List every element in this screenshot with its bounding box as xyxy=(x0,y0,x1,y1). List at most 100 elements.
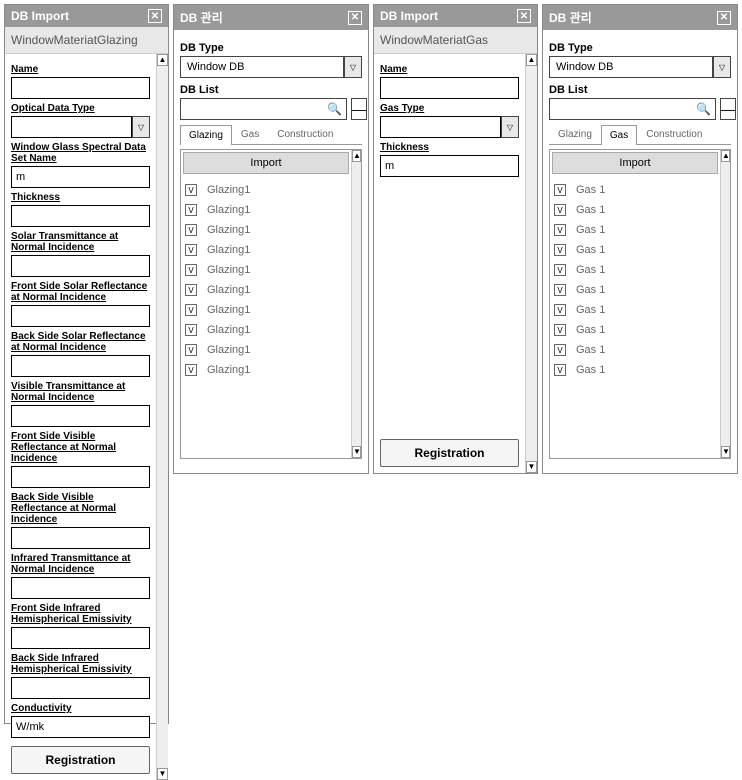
scroll-up-icon[interactable]: ▲ xyxy=(721,150,730,162)
list-item[interactable]: VGlazing1 xyxy=(183,320,349,340)
list-item[interactable]: VGas 1 xyxy=(552,180,718,200)
scrollbar[interactable]: ▲ ▼ xyxy=(525,54,537,473)
list-item[interactable]: VGas 1 xyxy=(552,220,718,240)
list-item[interactable]: VGas 1 xyxy=(552,340,718,360)
close-icon[interactable]: ✕ xyxy=(717,11,731,25)
list-item[interactable]: VGas 1 xyxy=(552,200,718,220)
checkbox-icon[interactable]: V xyxy=(554,304,566,316)
tab-glazing[interactable]: Glazing xyxy=(549,124,601,144)
dropdown-icon[interactable]: ▽ xyxy=(132,116,150,138)
field-input[interactable] xyxy=(11,166,150,188)
scroll-up-icon[interactable]: ▲ xyxy=(526,54,537,66)
field-label: Back Side Infrared Hemispherical Emissiv… xyxy=(11,653,150,675)
search-icon[interactable]: 🔍 xyxy=(696,102,711,116)
list-item[interactable]: VGas 1 xyxy=(552,260,718,280)
close-icon[interactable]: ✕ xyxy=(348,11,362,25)
tab-glazing[interactable]: Glazing xyxy=(180,125,232,145)
tab-gas[interactable]: Gas xyxy=(601,125,637,145)
field-input[interactable] xyxy=(11,305,150,327)
checkbox-icon[interactable]: V xyxy=(554,204,566,216)
dropdown-icon[interactable]: ▽ xyxy=(344,56,362,78)
field-input[interactable] xyxy=(11,255,150,277)
checkbox-icon[interactable]: V xyxy=(554,324,566,336)
list-item[interactable]: VGlazing1 xyxy=(183,300,349,320)
checkbox-icon[interactable]: V xyxy=(554,224,566,236)
scroll-up-icon[interactable]: ▲ xyxy=(352,150,361,162)
checkbox-icon[interactable]: V xyxy=(554,184,566,196)
checkbox-icon[interactable]: V xyxy=(185,304,197,316)
list-item[interactable]: VGlazing1 xyxy=(183,260,349,280)
dropdown-icon[interactable]: ▽ xyxy=(501,116,519,138)
search-input[interactable] xyxy=(554,101,696,117)
checkbox-icon[interactable]: V xyxy=(185,224,197,236)
field-input[interactable] xyxy=(11,405,150,427)
field-input[interactable] xyxy=(380,155,519,177)
field-label: Visible Transmittance at Normal Incidenc… xyxy=(11,381,150,403)
field-input[interactable] xyxy=(11,205,150,227)
close-icon[interactable]: ✕ xyxy=(517,9,531,23)
field-input[interactable] xyxy=(11,527,150,549)
scrollbar[interactable]: ▲ ▼ xyxy=(156,54,168,780)
checkbox-icon[interactable]: V xyxy=(185,204,197,216)
list-item[interactable]: VGas 1 xyxy=(552,360,718,380)
panel-header: DB Import ✕ xyxy=(5,5,168,27)
checkbox-icon[interactable]: V xyxy=(185,344,197,356)
list-item[interactable]: VGas 1 xyxy=(552,240,718,260)
dbtype-select[interactable]: Window DB xyxy=(549,56,713,78)
field-input[interactable] xyxy=(11,716,150,738)
item-label: Glazing1 xyxy=(207,204,250,216)
field-label: Back Side Solar Reflectance at Normal In… xyxy=(11,331,150,353)
field-input[interactable] xyxy=(11,466,150,488)
list-item[interactable]: VGas 1 xyxy=(552,300,718,320)
field-input[interactable] xyxy=(11,577,150,599)
field-input[interactable] xyxy=(380,116,501,138)
checkbox-icon[interactable]: V xyxy=(554,364,566,376)
dropdown-icon[interactable]: ▽ xyxy=(713,56,731,78)
checkbox-icon[interactable]: V xyxy=(554,244,566,256)
field-input[interactable] xyxy=(11,77,150,99)
field-label: Thickness xyxy=(11,192,150,203)
list-item[interactable]: VGlazing1 xyxy=(183,240,349,260)
registration-button[interactable]: Registration xyxy=(11,746,150,774)
search-input[interactable] xyxy=(185,101,327,117)
list-item[interactable]: VGlazing1 xyxy=(183,280,349,300)
field-input[interactable] xyxy=(11,355,150,377)
tab-gas[interactable]: Gas xyxy=(232,124,268,144)
scroll-down-icon[interactable]: ▼ xyxy=(721,446,730,458)
field-input[interactable] xyxy=(11,627,150,649)
checkbox-icon[interactable]: V xyxy=(185,364,197,376)
list-item[interactable]: VGas 1 xyxy=(552,320,718,340)
checkbox-icon[interactable]: V xyxy=(554,284,566,296)
checkbox-icon[interactable]: V xyxy=(554,344,566,356)
close-icon[interactable]: ✕ xyxy=(148,9,162,23)
checkbox-icon[interactable]: V xyxy=(185,244,197,256)
scroll-down-icon[interactable]: ▼ xyxy=(352,446,361,458)
collapse-button[interactable]: — xyxy=(720,98,736,120)
field-input[interactable] xyxy=(11,116,132,138)
scroll-down-icon[interactable]: ▼ xyxy=(157,768,168,780)
list-item[interactable]: V Glazing1 xyxy=(183,200,349,220)
dblist-label: DB List xyxy=(549,84,731,96)
list-item[interactable]: VGas 1 xyxy=(552,280,718,300)
checkbox-icon[interactable]: V xyxy=(185,284,197,296)
field-input[interactable] xyxy=(380,77,519,99)
dbtype-select[interactable]: Window DB xyxy=(180,56,344,78)
registration-button[interactable]: Registration xyxy=(380,439,519,467)
collapse-button[interactable]: — xyxy=(351,98,367,120)
tab-construction[interactable]: Construction xyxy=(268,124,342,144)
checkbox-icon[interactable]: V xyxy=(554,264,566,276)
list-item[interactable]: VGlazing1 xyxy=(183,220,349,240)
list-scrollbar[interactable]: ▲ ▼ xyxy=(720,150,730,458)
checkbox-icon[interactable]: V xyxy=(185,184,197,196)
list-item[interactable]: VGlazing1 xyxy=(183,180,349,200)
scroll-down-icon[interactable]: ▼ xyxy=(526,461,537,473)
checkbox-icon[interactable]: V xyxy=(185,324,197,336)
scroll-up-icon[interactable]: ▲ xyxy=(157,54,168,66)
list-item[interactable]: VGlazing1 xyxy=(183,360,349,380)
field-input[interactable] xyxy=(11,677,150,699)
list-item[interactable]: VGlazing1 xyxy=(183,340,349,360)
checkbox-icon[interactable]: V xyxy=(185,264,197,276)
list-scrollbar[interactable]: ▲ ▼ xyxy=(351,150,361,458)
tab-construction[interactable]: Construction xyxy=(637,124,711,144)
search-icon[interactable]: 🔍 xyxy=(327,102,342,116)
